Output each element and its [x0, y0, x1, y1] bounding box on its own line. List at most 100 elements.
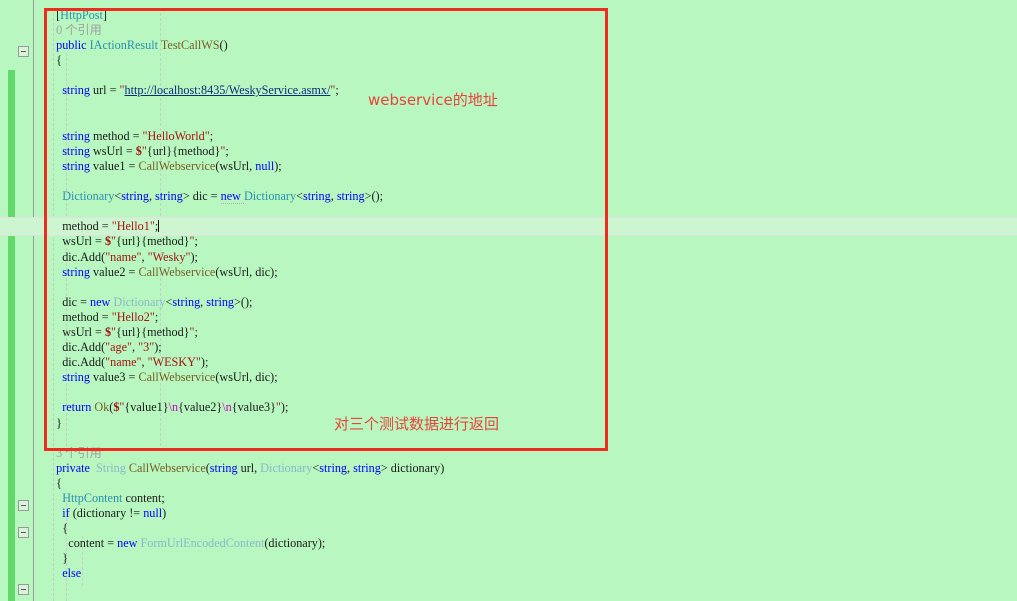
code-line[interactable]: {: [50, 476, 444, 491]
code-token: "Wesky": [147, 249, 191, 264]
code-token: \n: [168, 400, 179, 415]
change-bar: [8, 70, 15, 601]
fold-box-0[interactable]: [18, 46, 29, 57]
code-token: content;: [122, 491, 165, 505]
code-line[interactable]: else: [50, 566, 444, 581]
code-line[interactable]: 3 个引用: [50, 446, 444, 461]
code-token: {value1}: [124, 400, 169, 415]
code-line[interactable]: wsUrl = $"{url}{method}";: [50, 234, 444, 249]
code-line[interactable]: method = "Hello1";: [50, 219, 444, 234]
code-token: {: [56, 475, 62, 490]
code-token: Dictionary: [62, 189, 115, 204]
code-line[interactable]: dic.Add("age", "3");: [50, 340, 444, 355]
code-line[interactable]: [50, 174, 444, 189]
code-line[interactable]: [HttpPost]: [50, 8, 444, 23]
code-line[interactable]: public IActionResult TestCallWS(): [50, 38, 444, 53]
code-token: dic.Add(: [62, 355, 106, 370]
code-token: );: [274, 158, 282, 173]
fold-box-1[interactable]: [18, 500, 29, 511]
fold-box-3[interactable]: [18, 584, 29, 595]
code-token: content =: [68, 536, 118, 551]
code-token: wsUrl =: [62, 324, 105, 339]
code-token: string: [155, 189, 183, 204]
code-token: Add: [80, 249, 102, 264]
code-line[interactable]: 0 个引用: [50, 23, 444, 38]
code-token: ;: [194, 324, 198, 339]
code-token: );: [154, 340, 162, 355]
code-token: wsUrl =: [62, 234, 105, 249]
code-line[interactable]: dic = new Dictionary<string, string>();: [50, 295, 444, 310]
code-line[interactable]: string wsUrl = $"{url}{method}";: [50, 144, 444, 159]
code-token: string: [172, 294, 201, 309]
code-line[interactable]: string value3 = CallWebservice(wsUrl, di…: [50, 370, 444, 385]
code-line[interactable]: {: [50, 521, 444, 536]
code-token: string: [353, 460, 381, 475]
code-token: url,: [237, 460, 261, 475]
code-line[interactable]: [50, 68, 444, 83]
code-line[interactable]: content = new FormUrlEncodedContent(dict…: [50, 536, 444, 551]
code-line[interactable]: {: [50, 53, 444, 68]
code-token: 0 个引用: [56, 23, 102, 38]
code-token: String: [92, 460, 129, 475]
code-token: }: [62, 551, 69, 566]
code-token: (dictionary !=: [72, 506, 144, 521]
code-line[interactable]: method = "Hello2";: [50, 310, 444, 325]
code-token: if: [62, 506, 73, 521]
code-token: "name": [105, 355, 142, 370]
code-token: TestCallWS: [160, 38, 220, 53]
code-line[interactable]: dic.Add("name", "Wesky");: [50, 250, 444, 265]
code-token: ): [162, 506, 167, 521]
code-line[interactable]: Dictionary<string, string> dic = new Dic…: [50, 189, 444, 205]
code-token: {url}{method}: [116, 234, 190, 249]
code-token: (wsUrl, dic);: [215, 370, 278, 385]
code-token: string: [319, 460, 348, 475]
code-line[interactable]: }: [50, 551, 444, 566]
code-line[interactable]: string value1 = CallWebservice(wsUrl, nu…: [50, 159, 444, 174]
code-editor[interactable]: [HttpPost] 0 个引用 public IActionResult Te…: [0, 0, 1017, 601]
code-token: wsUrl =: [93, 143, 136, 158]
code-token: new: [220, 189, 244, 205]
fold-box-2[interactable]: [18, 527, 29, 538]
code-line[interactable]: if (dictionary != null): [50, 506, 444, 521]
code-token: string: [62, 264, 93, 279]
code-line[interactable]: [50, 385, 444, 400]
code-token: Dictionary: [243, 189, 297, 204]
code-token: {: [62, 521, 69, 536]
code-line[interactable]: string method = "HelloWorld";: [50, 129, 444, 144]
code-token: "HelloWorld": [142, 128, 210, 143]
code-line[interactable]: wsUrl = $"{url}{method}";: [50, 325, 444, 340]
code-line[interactable]: [50, 204, 444, 219]
code-token: (wsUrl,: [215, 158, 256, 173]
code-line[interactable]: HttpContent content;: [50, 491, 444, 506]
code-line[interactable]: private String CallWebservice(string url…: [50, 461, 444, 476]
code-token: private: [56, 460, 93, 475]
code-token: FormUrlEncodedContent: [140, 536, 265, 551]
code-line[interactable]: [50, 114, 444, 129]
code-line[interactable]: string value2 = CallWebservice(wsUrl, di…: [50, 265, 444, 280]
code-token: {: [56, 53, 62, 68]
annotation-note-1: 对三个测试数据进行返回: [334, 415, 500, 433]
code-token: );: [190, 249, 198, 264]
code-token: http://localhost:8435/WeskyService.asmx/: [124, 83, 331, 98]
code-token: Ok: [94, 400, 110, 415]
code-line[interactable]: [50, 280, 444, 295]
code-line[interactable]: dic.Add("name", "WESKY");: [50, 355, 444, 370]
fold-rail: [33, 0, 34, 601]
code-token: url =: [93, 83, 120, 98]
code-token: "Hello2": [111, 309, 155, 324]
code-token: "age": [105, 340, 133, 355]
code-token: }: [56, 415, 62, 430]
code-token: {value3}: [231, 400, 276, 415]
